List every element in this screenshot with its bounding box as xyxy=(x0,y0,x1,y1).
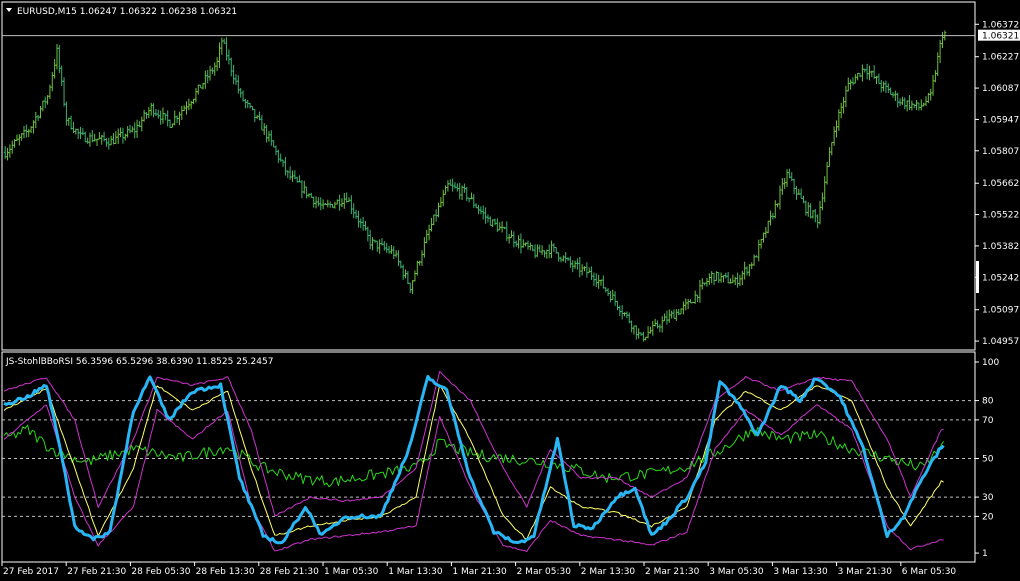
time-tick-label: 1 Mar 05:30 xyxy=(324,567,379,577)
indicator-tick-label: 30 xyxy=(982,493,994,503)
price-tick-label: 1.05382 xyxy=(982,242,1019,252)
time-tick-label: 3 Mar 13:30 xyxy=(773,567,828,577)
svg-text:1.06321: 1.06321 xyxy=(982,32,1019,42)
indicator-tick-label: 100 xyxy=(982,358,999,368)
indicator-tick-label: 80 xyxy=(982,397,994,407)
time-tick-label: 1 Mar 13:30 xyxy=(388,567,443,577)
symbol-header: EURUSD,M15 1.06247 1.06322 1.06238 1.063… xyxy=(17,7,237,17)
indicator-tick-label: 70 xyxy=(982,416,994,426)
time-tick-label: 3 Mar 21:30 xyxy=(838,567,893,577)
price-tick-label: 1.05097 xyxy=(982,306,1019,316)
time-tick-label: 1 Mar 21:30 xyxy=(452,567,507,577)
chart-window[interactable]: EURUSD,M15 1.06247 1.06322 1.06238 1.063… xyxy=(0,0,1020,581)
current-price-tag: 1.06321 xyxy=(978,29,1020,42)
price-tick-label: 1.06087 xyxy=(982,84,1019,94)
price-tick-label: 1.06372 xyxy=(982,20,1019,30)
scroll-marker[interactable] xyxy=(976,261,979,293)
chart-background xyxy=(0,0,1020,581)
price-tick-label: 1.05947 xyxy=(982,115,1019,125)
price-tick-label: 1.05807 xyxy=(982,147,1019,157)
price-tick-label: 1.05662 xyxy=(982,179,1019,189)
time-tick-label: 27 Feb 2017 xyxy=(3,567,59,577)
indicator-tick-label: 1 xyxy=(982,549,988,559)
indicator-tick-label: 20 xyxy=(982,512,994,522)
time-tick-label: 27 Feb 21:30 xyxy=(67,567,126,577)
time-tick-label: 2 Mar 21:30 xyxy=(645,567,700,577)
time-tick-label: 6 Mar 05:30 xyxy=(902,567,957,577)
time-tick-label: 3 Mar 05:30 xyxy=(709,567,764,577)
price-tick-label: 1.06227 xyxy=(982,53,1019,63)
time-tick-label: 28 Feb 05:30 xyxy=(131,567,190,577)
time-tick-label: 28 Feb 13:30 xyxy=(196,567,255,577)
time-tick-label: 2 Mar 05:30 xyxy=(517,567,572,577)
time-tick-label: 2 Mar 13:30 xyxy=(581,567,636,577)
price-tick-label: 1.05242 xyxy=(982,273,1019,283)
price-tick-label: 1.04957 xyxy=(982,337,1019,347)
price-tick-label: 1.05522 xyxy=(982,211,1019,221)
indicator-header: JS-StohlBBoRSI 56.3596 65.5296 38.6390 1… xyxy=(5,357,273,367)
indicator-tick-label: 50 xyxy=(982,455,994,465)
time-tick-label: 28 Feb 21:30 xyxy=(260,567,319,577)
